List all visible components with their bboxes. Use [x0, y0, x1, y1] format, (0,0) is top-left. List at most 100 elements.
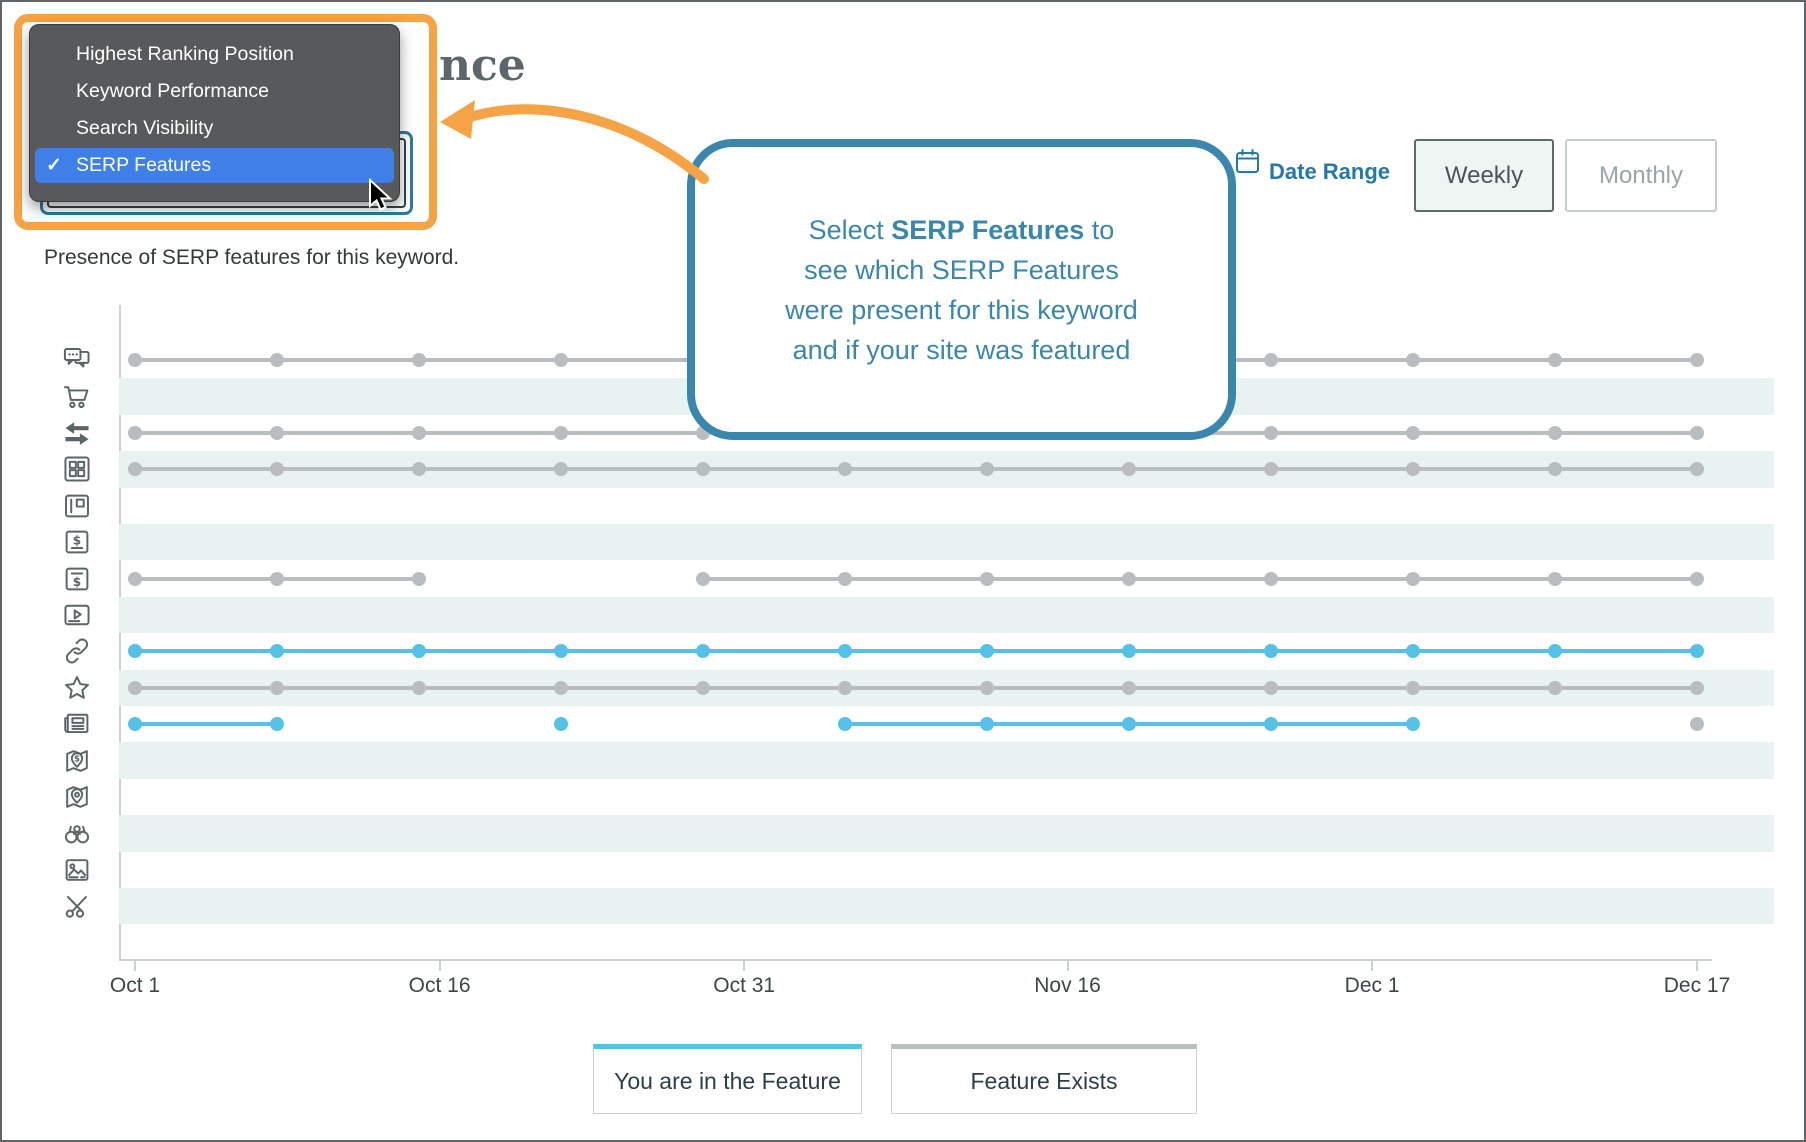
data-point[interactable]	[1122, 717, 1136, 731]
data-point[interactable]	[838, 717, 852, 731]
data-point[interactable]	[1690, 644, 1704, 658]
data-point[interactable]	[980, 681, 994, 695]
menu-item-keyword-performance[interactable]: Keyword Performance	[35, 74, 394, 109]
data-point[interactable]	[270, 717, 284, 731]
data-point[interactable]	[270, 572, 284, 586]
data-point[interactable]	[1264, 353, 1278, 367]
row-stripe	[119, 888, 1774, 924]
axis-tick	[1696, 961, 1698, 971]
data-point[interactable]	[412, 426, 426, 440]
data-point[interactable]	[1548, 572, 1562, 586]
data-point[interactable]	[838, 644, 852, 658]
data-point[interactable]	[128, 681, 142, 695]
data-point[interactable]	[128, 426, 142, 440]
x-axis-line	[119, 959, 1712, 961]
svg-text:$: $	[73, 533, 81, 547]
data-point[interactable]	[696, 681, 710, 695]
data-point[interactable]	[1122, 681, 1136, 695]
app-window: nce Presence of SERP features for this k…	[0, 0, 1806, 1142]
data-point[interactable]	[1548, 353, 1562, 367]
axis-tick-label: Dec 17	[1627, 974, 1767, 998]
data-point[interactable]	[554, 717, 568, 731]
data-point[interactable]	[1406, 717, 1420, 731]
shopping-cart-icon	[62, 382, 92, 412]
data-point[interactable]	[1690, 353, 1704, 367]
data-point[interactable]	[838, 681, 852, 695]
data-point[interactable]	[1122, 572, 1136, 586]
data-point[interactable]	[128, 644, 142, 658]
legend-you-in-feature-label: You are in the Feature	[614, 1068, 841, 1095]
data-point[interactable]	[980, 572, 994, 586]
data-point[interactable]	[1690, 426, 1704, 440]
data-point[interactable]	[270, 353, 284, 367]
data-point[interactable]	[980, 644, 994, 658]
ad-dollar-bottom-icon: $	[62, 564, 92, 594]
data-point[interactable]	[128, 572, 142, 586]
data-point[interactable]	[696, 644, 710, 658]
callout-text-line: Select SERP Features to	[809, 210, 1115, 250]
axis-tick-label: Oct 16	[370, 974, 510, 998]
data-point[interactable]	[1406, 681, 1420, 695]
data-point[interactable]	[1406, 426, 1420, 440]
data-point[interactable]	[1264, 644, 1278, 658]
data-point[interactable]	[412, 681, 426, 695]
axis-tick-label: Oct 1	[65, 974, 205, 998]
binoculars-icon	[62, 818, 92, 848]
data-point[interactable]	[1264, 717, 1278, 731]
data-point[interactable]	[554, 681, 568, 695]
axis-tick	[439, 961, 441, 971]
data-point[interactable]	[1264, 681, 1278, 695]
svg-text:$: $	[74, 754, 80, 764]
legend-feature-exists[interactable]: Feature Exists	[891, 1044, 1197, 1114]
data-point[interactable]	[1406, 644, 1420, 658]
data-point[interactable]	[980, 717, 994, 731]
data-point[interactable]	[838, 572, 852, 586]
data-point[interactable]	[1264, 572, 1278, 586]
link-icon	[62, 636, 92, 666]
data-point[interactable]	[1690, 572, 1704, 586]
data-point[interactable]	[270, 681, 284, 695]
axis-tick-label: Nov 16	[998, 974, 1138, 998]
chart-subtitle: Presence of SERP features for this keywo…	[44, 246, 459, 270]
data-point[interactable]	[1264, 426, 1278, 440]
callout-tooltip: Select SERP Features tosee which SERP Fe…	[687, 139, 1236, 440]
legend-feature-exists-label: Feature Exists	[971, 1068, 1118, 1095]
axis-tick	[743, 961, 745, 971]
legend-you-in-feature[interactable]: You are in the Feature	[593, 1044, 862, 1114]
menu-item-search-visibility[interactable]: Search Visibility	[35, 111, 394, 146]
data-point[interactable]	[554, 353, 568, 367]
data-point[interactable]	[412, 353, 426, 367]
data-point[interactable]	[412, 644, 426, 658]
data-point[interactable]	[1548, 644, 1562, 658]
data-point[interactable]	[128, 353, 142, 367]
axis-tick-label: Dec 1	[1302, 974, 1442, 998]
menu-item-highest-ranking-position[interactable]: Highest Ranking Position	[35, 37, 394, 72]
menu-item-serp-features[interactable]: ✓SERP Features	[35, 148, 394, 183]
data-point[interactable]	[696, 572, 710, 586]
data-point[interactable]	[1690, 681, 1704, 695]
data-point[interactable]	[270, 426, 284, 440]
monthly-button[interactable]: Monthly	[1565, 139, 1717, 212]
data-point[interactable]	[1690, 717, 1704, 731]
data-point[interactable]	[554, 426, 568, 440]
data-point[interactable]	[1406, 572, 1420, 586]
video-icon	[62, 600, 92, 630]
timeline-segment	[135, 649, 1697, 653]
data-point[interactable]	[554, 644, 568, 658]
axis-tick-label: Oct 31	[674, 974, 814, 998]
news-icon	[62, 709, 92, 739]
data-point[interactable]	[1548, 681, 1562, 695]
data-point[interactable]	[1548, 426, 1562, 440]
grid-icon	[62, 454, 92, 484]
data-point[interactable]	[1406, 353, 1420, 367]
checkmark-icon: ✓	[46, 148, 62, 183]
data-point[interactable]	[270, 644, 284, 658]
weekly-button[interactable]: Weekly	[1414, 139, 1554, 212]
data-point[interactable]	[412, 572, 426, 586]
date-range-label[interactable]: Date Range	[1269, 159, 1390, 185]
data-point[interactable]	[128, 717, 142, 731]
data-point[interactable]	[1122, 644, 1136, 658]
page-title-fragment: nce	[439, 40, 526, 91]
menu-item-label: Keyword Performance	[76, 80, 269, 102]
callout-text-line: were present for this keyword	[785, 290, 1138, 330]
